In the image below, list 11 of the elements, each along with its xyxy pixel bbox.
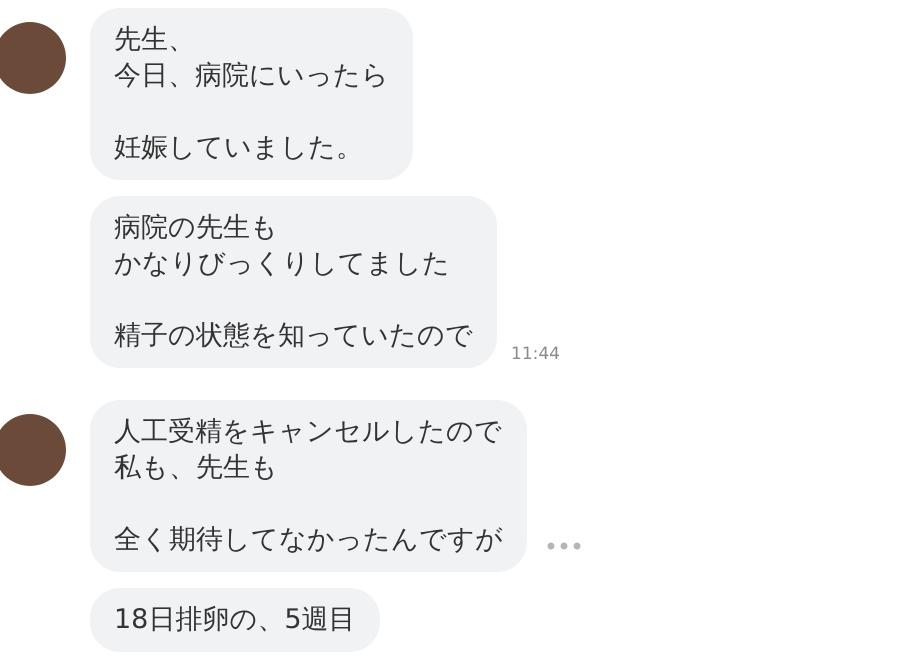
message-line: 病院の先生も bbox=[114, 211, 279, 245]
message-time: 11:44 bbox=[511, 344, 560, 364]
message-line: 18日排卵の、5週目 bbox=[114, 603, 356, 637]
message-line: 私も、先生も bbox=[114, 451, 279, 485]
message-line: 精子の状態を知っていたので bbox=[114, 319, 473, 353]
message-line: 人工受精をキャンセルしたので bbox=[114, 415, 503, 449]
message-line: 今日、病院にいったら bbox=[114, 59, 389, 93]
message-line: 妊娠していました。 bbox=[114, 131, 364, 165]
message-line: かなりびっくりしてました bbox=[114, 247, 451, 281]
message-line: 全く期待してなかったんですが bbox=[114, 523, 503, 557]
message-line: 先生、 bbox=[114, 23, 196, 57]
